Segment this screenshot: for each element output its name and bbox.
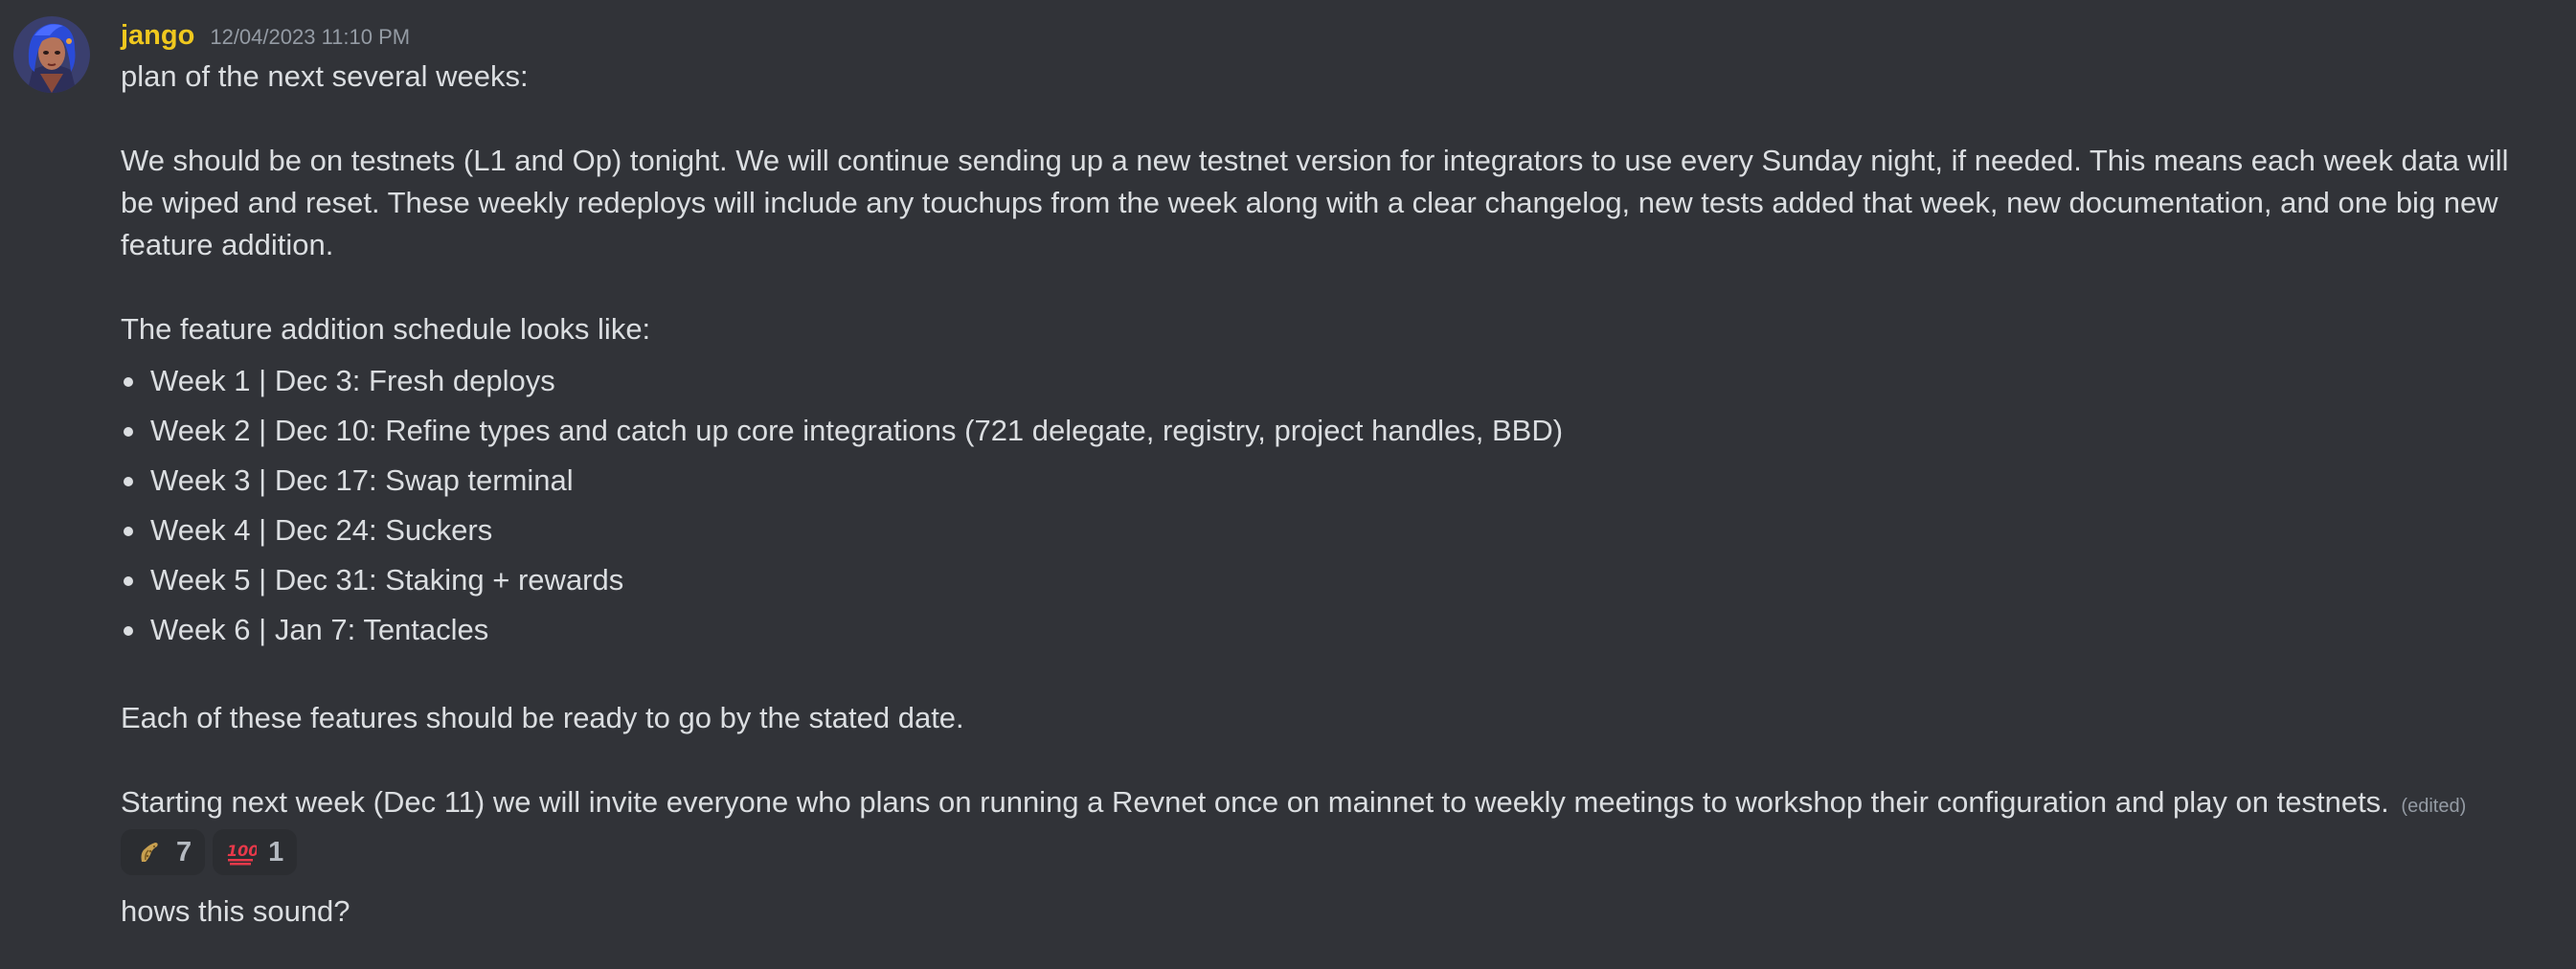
list-item: Week 1 | Dec 3: Fresh deploys bbox=[121, 356, 2534, 406]
avatar-image bbox=[13, 16, 90, 93]
bullet-icon bbox=[124, 377, 133, 387]
list-item: Week 5 | Dec 31: Staking + rewards bbox=[121, 555, 2534, 605]
bullet-icon bbox=[124, 527, 133, 536]
message-content: plan of the next several weeks: We shoul… bbox=[121, 56, 2534, 827]
list-item-text: Week 1 | Dec 3: Fresh deploys bbox=[150, 364, 555, 397]
bullet-icon bbox=[124, 477, 133, 486]
message-header: jango 12/04/2023 11:10 PM bbox=[121, 16, 410, 55]
reactions-bar: 7 100 1 bbox=[121, 829, 298, 875]
reaction-count: 1 bbox=[268, 836, 284, 868]
hundred-points-emoji-icon: 100 bbox=[226, 837, 257, 868]
schedule-list: Week 1 | Dec 3: Fresh deploys Week 2 | D… bbox=[121, 356, 2534, 655]
intro-text: plan of the next several weeks: bbox=[121, 59, 529, 93]
tentacle-emoji-icon bbox=[134, 837, 165, 868]
list-item: Week 3 | Dec 17: Swap terminal bbox=[121, 456, 2534, 506]
list-item-text: Week 6 | Jan 7: Tentacles bbox=[150, 613, 489, 646]
reaction-hundred[interactable]: 100 1 bbox=[213, 829, 298, 875]
list-item-text: Week 3 | Dec 17: Swap terminal bbox=[150, 463, 574, 497]
author-name[interactable]: jango bbox=[121, 16, 194, 55]
edited-label[interactable]: (edited) bbox=[2401, 796, 2466, 817]
list-item-text: Week 4 | Dec 24: Suckers bbox=[150, 513, 493, 547]
reaction-tentacle[interactable]: 7 bbox=[121, 829, 206, 875]
paragraph-testnets: We should be on testnets (L1 and Op) ton… bbox=[121, 144, 2509, 261]
list-item-text: Week 2 | Dec 10: Refine types and catch … bbox=[150, 414, 1564, 447]
schedule-heading: The feature addition schedule looks like… bbox=[121, 312, 651, 346]
followup-message: hows this sound? bbox=[121, 894, 350, 928]
paragraph-meetings: Starting next week (Dec 11) we will invi… bbox=[121, 781, 2534, 827]
chat-message: jango 12/04/2023 11:10 PM plan of the ne… bbox=[0, 0, 2576, 969]
reaction-count: 7 bbox=[176, 836, 192, 868]
svg-text:100: 100 bbox=[227, 842, 257, 860]
bullet-icon bbox=[124, 427, 133, 437]
paragraph-meetings-text: Starting next week (Dec 11) we will invi… bbox=[121, 785, 2389, 819]
user-avatar[interactable] bbox=[13, 16, 90, 93]
bullet-icon bbox=[124, 626, 133, 636]
list-item: Week 4 | Dec 24: Suckers bbox=[121, 506, 2534, 555]
paragraph-ready: Each of these features should be ready t… bbox=[121, 701, 964, 734]
list-item: Week 2 | Dec 10: Refine types and catch … bbox=[121, 406, 2534, 456]
list-item-text: Week 5 | Dec 31: Staking + rewards bbox=[150, 563, 624, 597]
message-timestamp[interactable]: 12/04/2023 11:10 PM bbox=[210, 18, 410, 56]
list-item: Week 6 | Jan 7: Tentacles bbox=[121, 605, 2534, 655]
bullet-icon bbox=[124, 576, 133, 586]
